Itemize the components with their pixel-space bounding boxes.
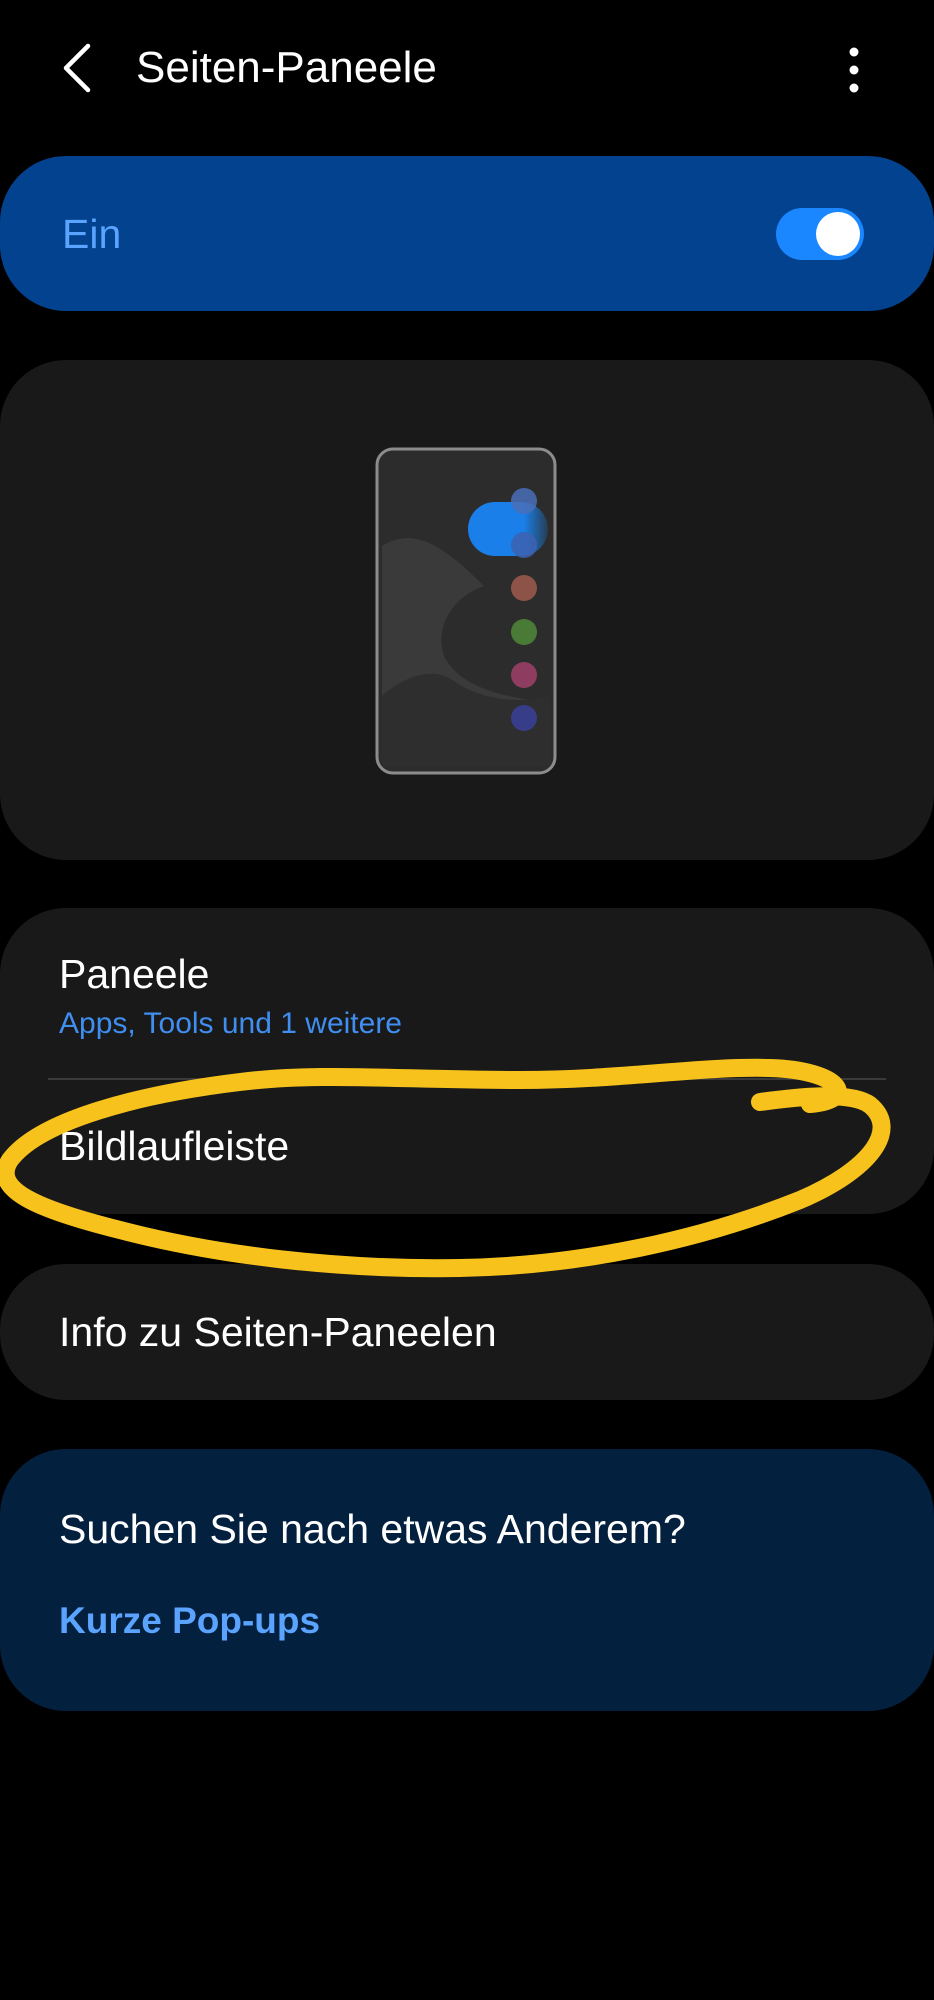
more-vertical-icon — [849, 47, 859, 93]
suggestions-title: Suchen Sie nach etwas Anderem? — [59, 1506, 686, 1552]
preview-dot — [511, 619, 537, 645]
chevron-left-icon — [63, 43, 91, 93]
scrollbar-title: Bildlaufleiste — [59, 1123, 290, 1169]
preview-dot — [511, 575, 537, 601]
page-title: Seiten-Paneele — [136, 43, 437, 92]
panels-subtitle: Apps, Tools und 1 weitere — [59, 1007, 402, 1040]
app-bar: Seiten-Paneele — [0, 0, 934, 140]
master-switch-label: Ein — [62, 211, 122, 257]
panels-setting[interactable]: Paneele Apps, Tools und 1 weitere — [0, 908, 934, 1078]
edge-panel-preview — [0, 360, 934, 860]
panels-title: Paneele — [59, 951, 210, 997]
preview-dot — [511, 488, 537, 514]
preview-dot — [511, 532, 537, 558]
preview-dot — [511, 705, 537, 731]
toggle-knob — [816, 212, 860, 256]
suggestions-card: Suchen Sie nach etwas Anderem? Kurze Pop… — [0, 1449, 934, 1711]
scrollbar-setting[interactable]: Bildlaufleiste — [0, 1080, 934, 1214]
master-switch-row[interactable]: Ein — [0, 156, 934, 311]
quick-popups-link[interactable]: Kurze Pop-ups — [59, 1595, 320, 1647]
back-button[interactable] — [48, 36, 108, 100]
master-toggle[interactable] — [776, 208, 864, 260]
info-row[interactable]: Info zu Seiten-Paneelen — [0, 1264, 934, 1400]
phone-illustration — [375, 447, 557, 775]
info-title: Info zu Seiten-Paneelen — [59, 1309, 497, 1355]
preview-dot — [511, 662, 537, 688]
more-options-button[interactable] — [828, 38, 880, 102]
settings-group: Paneele Apps, Tools und 1 weitere Bildla… — [0, 908, 934, 1214]
